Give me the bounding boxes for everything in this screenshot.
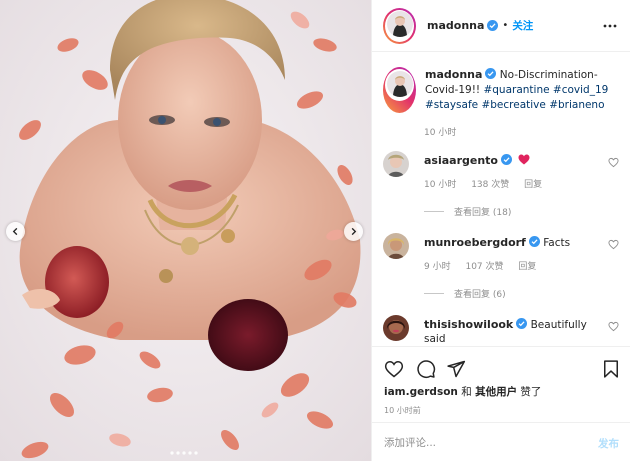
post-timestamp[interactable]: 10 小时前 [384,405,421,416]
comment-like-count[interactable]: 138 次赞 [471,180,509,190]
post-header: madonna • 关注 [372,0,630,52]
commenter-avatar[interactable] [383,315,409,341]
chevron-right-icon [351,227,357,236]
like-heart-icon[interactable] [384,359,404,379]
caption-timestamp: 10 小时 [424,128,457,138]
comment-item: munroebergdorf Facts 9 小时 107 次赞 回复 查看回复… [383,233,623,303]
reply-button[interactable]: 回复 [518,262,536,272]
view-replies-button[interactable]: 查看回复 (18) [424,205,511,218]
publish-button[interactable]: 发布 [598,436,619,451]
caption-username[interactable]: madonna [425,68,482,81]
author-avatar-ring[interactable] [383,7,416,44]
verified-badge-icon [516,318,528,329]
share-paper-plane-icon[interactable] [446,359,466,379]
hashtag-link[interactable]: #becreative [481,99,545,111]
comment-bubble-icon[interactable] [416,359,436,379]
comment-like-count[interactable]: 107 次赞 [465,262,503,272]
caption-avatar-ring[interactable] [383,67,416,113]
comment-meta: 10 小时 138 次赞 回复 [424,177,554,190]
commenter-avatar[interactable] [383,151,409,177]
carousel-prev-button[interactable] [6,222,25,241]
post-media[interactable] [0,0,371,461]
verified-badge-icon [485,68,497,79]
likes-suffix: 赞了 [520,386,542,398]
post-actions: iam.gerdson 和 其他用户 赞了 10 小时前 [372,346,630,430]
header-separator: • [502,20,509,31]
commenter-username[interactable]: thisishowilook [424,318,513,331]
comment-meta: 9 小时 107 次赞 回复 [424,259,548,272]
post-caption: madonna No-Discrimination-Covid-19!! #qu… [383,67,623,113]
comments-list[interactable]: madonna No-Discrimination-Covid-19!! #qu… [372,53,630,346]
commenter-username[interactable]: munroebergdorf [424,236,526,249]
reply-button[interactable]: 回复 [524,180,542,190]
verified-badge-icon [528,236,540,247]
verified-badge-icon [501,154,512,165]
replies-divider [424,293,444,294]
comment-body: thisishowilook Beautifully said ! [424,318,594,346]
view-replies-label: 查看回复 (6) [454,290,506,300]
hashtag-link[interactable]: #quarantine [483,84,549,96]
comment-body: asiaargento [424,154,594,168]
caption-text: madonna No-Discrimination-Covid-19!! #qu… [425,67,615,113]
hashtag-link[interactable]: #staysafe [425,99,478,111]
likes-summary[interactable]: iam.gerdson 和 其他用户 赞了 [384,384,541,399]
comment-item: thisishowilook Beautifully said ! [383,315,623,346]
author-username[interactable]: madonna [427,19,484,32]
like-comment-heart-icon[interactable] [608,321,619,332]
add-comment-section: 发布 [372,422,630,461]
likes-others-link[interactable]: 其他用户 [475,386,517,398]
like-comment-heart-icon[interactable] [608,157,619,168]
commenter-avatar[interactable] [383,233,409,259]
comment-item: asiaargento 10 小时 138 次赞 回复 查看回复 (18) [383,151,623,221]
instagram-post: madonna • 关注 madonna No-Discrimination-C… [0,0,630,461]
first-liker-username[interactable]: iam.gerdson [384,386,458,398]
carousel-next-button[interactable] [344,222,363,241]
comment-timestamp: 9 小时 [424,262,451,272]
more-options-icon[interactable] [602,18,618,34]
add-comment-input[interactable] [384,434,574,452]
comment-text: Facts [543,237,571,249]
save-bookmark-icon[interactable] [601,359,621,379]
author-avatar [386,11,413,37]
hashtag-link[interactable]: #covid_19 [553,84,608,96]
comment-body: munroebergdorf Facts [424,236,594,250]
red-heart-emoji-icon [518,154,530,165]
post-side-panel: madonna • 关注 madonna No-Discrimination-C… [371,0,630,461]
likes-and: 和 [461,386,472,398]
replies-divider [424,211,444,212]
view-replies-label: 查看回复 (18) [454,208,512,218]
hashtag-link[interactable]: #brianeno [549,99,604,111]
verified-badge-icon [487,20,499,31]
commenter-username[interactable]: asiaargento [424,154,498,167]
comment-timestamp: 10 小时 [424,180,457,190]
follow-button[interactable]: 关注 [512,18,533,33]
chevron-left-icon [12,227,18,236]
caption-avatar [386,70,413,97]
view-replies-button[interactable]: 查看回复 (6) [424,287,506,300]
like-comment-heart-icon[interactable] [608,239,619,250]
post-photo [0,0,371,461]
